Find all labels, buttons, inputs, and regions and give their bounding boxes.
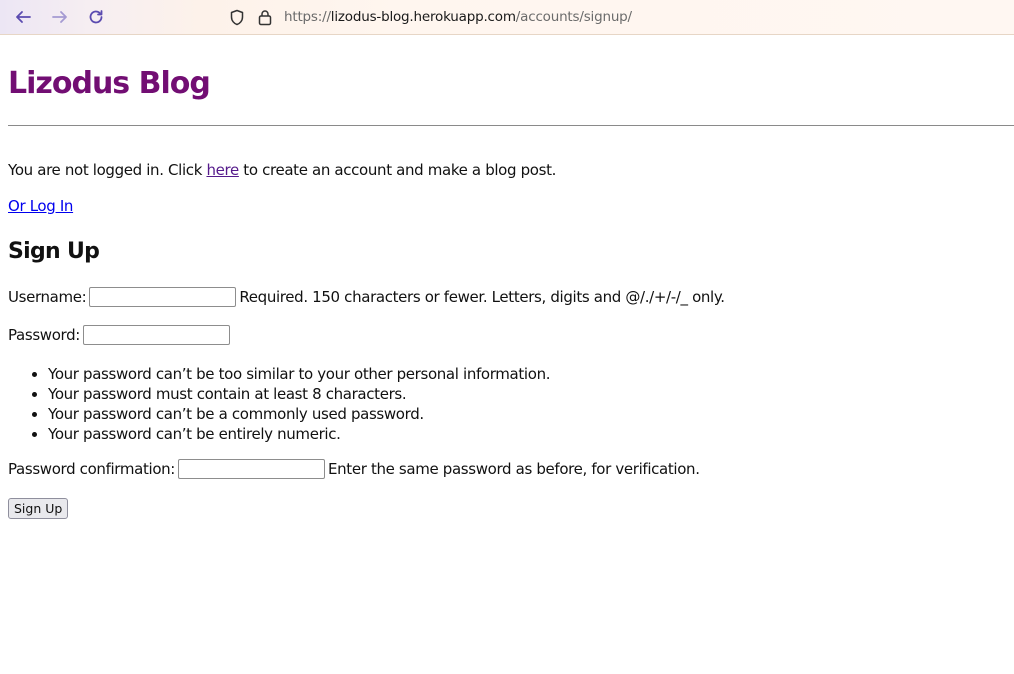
page-heading: Sign Up [8,239,100,264]
divider [8,125,1014,126]
list-item: Your password can’t be entirely numeric. [48,424,550,444]
arrow-right-icon [51,8,69,26]
username-input[interactable] [89,287,237,307]
browser-toolbar: https://lizodus-blog.herokuapp.com/accou… [0,0,1014,35]
url-scheme: https:// [284,9,331,25]
login-line: Or Log In [8,197,73,215]
shield-icon[interactable] [226,6,248,28]
reload-button[interactable] [82,4,110,30]
list-item: Your password can’t be too similar to yo… [48,364,551,384]
password-input[interactable] [82,325,230,345]
site-title: Lizodus Blog [8,66,211,101]
sign-up-button[interactable]: Sign Up [8,498,69,519]
list-item: Your password must contain at least 8 ch… [48,384,550,404]
username-help: Required. 150 characters or fewer. Lette… [239,288,725,306]
arrow-left-icon [14,8,32,26]
back-button[interactable] [9,4,37,30]
login-notice: You are not logged in. Click here to cre… [8,161,556,179]
address-bar[interactable]: https://lizodus-blog.herokuapp.com/accou… [226,0,1014,34]
page-content: Lizodus Blog You are not logged in. Clic… [0,35,1014,519]
confirm-label: Password confirmation: [8,460,176,478]
lock-icon[interactable] [254,6,276,28]
confirm-row: Password confirmation: Enter the same pa… [8,459,700,479]
username-row: Username: Required. 150 characters or fe… [8,287,725,307]
create-account-link[interactable]: here [206,161,239,179]
forward-button[interactable] [46,4,74,30]
url-path: /accounts/signup/ [515,9,632,25]
url-text[interactable]: https://lizodus-blog.herokuapp.com/accou… [284,9,632,25]
notice-text-before: You are not logged in. Click [8,161,207,179]
login-link[interactable]: Or Log In [8,197,73,215]
username-label: Username: [8,288,87,306]
confirm-help: Enter the same password as before, for v… [328,460,700,478]
confirm-password-input[interactable] [178,459,326,479]
reload-icon [87,8,105,26]
password-rules: Your password can’t be too similar to yo… [0,364,551,444]
password-label: Password: [8,326,80,344]
list-item: Your password can’t be a commonly used p… [48,404,550,424]
url-host: lizodus-blog.herokuapp.com [330,9,516,25]
notice-text-after: to create an account and make a blog pos… [238,161,557,179]
password-row: Password: [8,325,233,345]
